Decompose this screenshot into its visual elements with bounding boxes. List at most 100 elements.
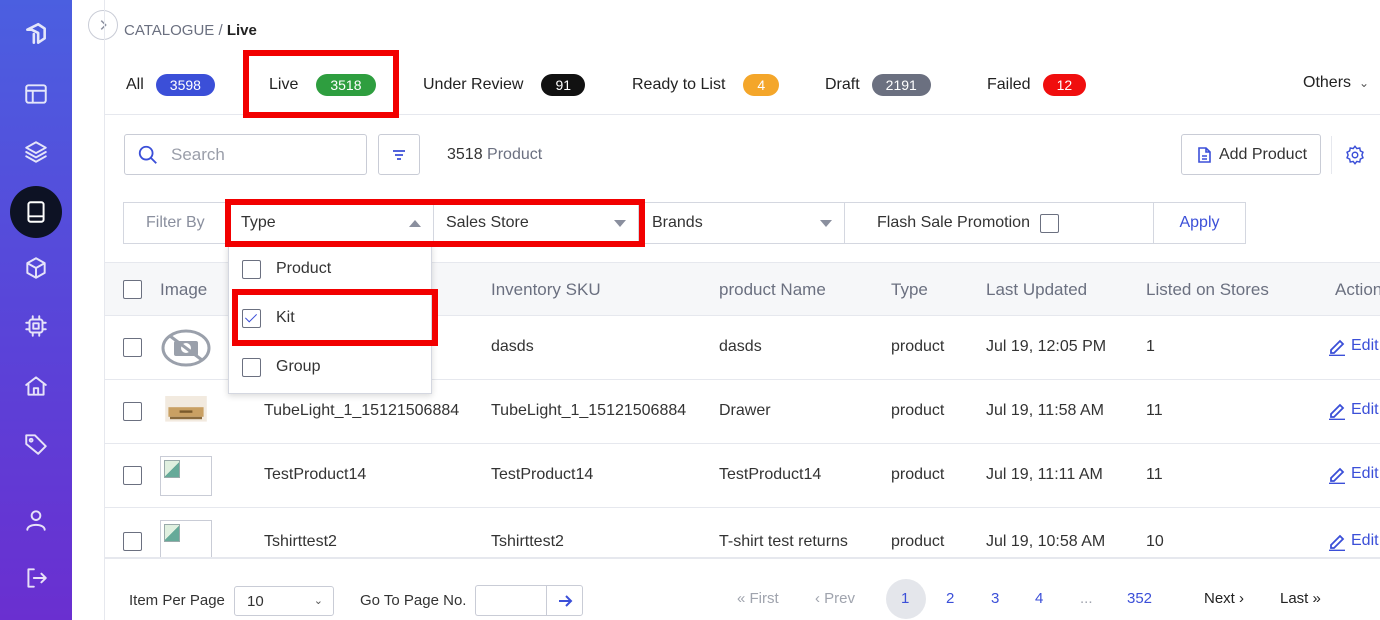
layers-icon[interactable]: [14, 130, 58, 174]
goto-page-input[interactable]: [475, 585, 547, 616]
chip-icon[interactable]: [14, 304, 58, 348]
user-icon[interactable]: [14, 498, 58, 542]
table-row[interactable]: Tshirttest2 Tshirttest2 T-shirt test ret…: [105, 508, 1380, 558]
brands-filter-select[interactable]: Brands: [639, 202, 845, 244]
tab-ready-to-list[interactable]: Ready to List 4: [632, 70, 780, 100]
settings-button[interactable]: [1340, 140, 1370, 170]
edit-link[interactable]: Edit: [1327, 464, 1379, 484]
catalogue-icon[interactable]: [10, 186, 62, 238]
per-page-select[interactable]: 10 ⌄: [234, 586, 334, 616]
tab-live[interactable]: Live 3518: [269, 70, 376, 100]
flash-sale-checkbox[interactable]: [1039, 213, 1059, 233]
prev-label: Prev: [824, 590, 856, 607]
type-filter-select[interactable]: Type: [228, 202, 434, 244]
row-checkbox[interactable]: [123, 402, 142, 421]
tag-icon[interactable]: [14, 422, 58, 466]
col-type[interactable]: Type: [891, 280, 928, 300]
row-sku: TubeLight_1_15121506884: [491, 402, 687, 419]
goto-page-button[interactable]: [546, 585, 583, 616]
row-last-updated: Jul 19, 12:05 PM: [986, 338, 1107, 355]
document-icon: [1198, 146, 1211, 163]
chevron-right-icon: [100, 20, 107, 30]
tab-count-badge: 12: [1042, 74, 1087, 96]
col-image[interactable]: Image: [160, 280, 207, 300]
row-product-name: TestProduct14: [719, 466, 822, 483]
row-product-name: Drawer: [719, 402, 771, 419]
type-option-group[interactable]: Group: [229, 343, 433, 391]
row-type: product: [891, 338, 945, 355]
row-type: product: [891, 402, 945, 419]
filter-lines-icon: [393, 149, 405, 160]
double-chevron-left-icon: «: [737, 590, 746, 607]
tabs-divider: [105, 114, 1380, 115]
breadcrumb-root[interactable]: CATALOGUE: [124, 22, 214, 39]
tab-label: Failed: [987, 76, 1031, 93]
double-chevron-right-icon: »: [1312, 590, 1321, 607]
row-last-updated: Jul 19, 11:11 AM: [986, 466, 1103, 483]
edit-label: Edit: [1351, 337, 1379, 354]
row-type: product: [891, 533, 945, 550]
page-1-button[interactable]: 1: [901, 590, 909, 607]
broken-image-icon: [160, 456, 212, 496]
col-last-updated[interactable]: Last Updated: [986, 280, 1087, 300]
next-page-button[interactable]: Next ›: [1204, 590, 1244, 607]
tab-others-dropdown[interactable]: Others ⌄: [1303, 74, 1369, 92]
box-icon[interactable]: [14, 246, 58, 290]
per-page-label: Item Per Page: [129, 592, 225, 609]
option-checkbox-checked[interactable]: [242, 308, 261, 328]
tab-failed[interactable]: Failed 12: [987, 70, 1087, 100]
logout-icon[interactable]: [14, 556, 58, 600]
filter-toggle-button[interactable]: [378, 134, 420, 175]
sales-store-filter-select[interactable]: Sales Store: [433, 202, 639, 244]
select-all-checkbox[interactable]: [123, 280, 142, 299]
row-checkbox[interactable]: [123, 532, 142, 551]
row-last-updated: Jul 19, 10:58 AM: [986, 533, 1106, 550]
type-option-product[interactable]: Product: [229, 245, 433, 293]
col-listed-on-stores[interactable]: Listed on Stores: [1146, 280, 1269, 300]
apply-filters-button[interactable]: Apply: [1153, 202, 1246, 244]
page-2-button[interactable]: 2: [946, 590, 954, 607]
option-label: Product: [276, 260, 332, 277]
product-count-value: 3518: [447, 146, 483, 163]
tab-draft[interactable]: Draft 2191: [825, 70, 931, 100]
goto-page-label: Go To Page No.: [360, 592, 467, 609]
pencil-icon: [1329, 339, 1345, 356]
first-label: First: [749, 590, 779, 607]
row-checkbox[interactable]: [123, 338, 142, 357]
option-checkbox[interactable]: [242, 357, 261, 377]
broken-image-icon: [160, 520, 212, 557]
dashboard-icon[interactable]: [14, 72, 58, 116]
col-product-name[interactable]: product Name: [719, 280, 826, 300]
edit-label: Edit: [1351, 401, 1379, 418]
row-checkbox[interactable]: [123, 466, 142, 485]
sidebar-toggle-button[interactable]: [88, 10, 118, 40]
flash-sale-label: Flash Sale Promotion: [877, 214, 1030, 231]
row-sku: TestProduct14: [491, 466, 594, 483]
row-sku: Tshirttest2: [491, 533, 564, 550]
col-inventory-sku[interactable]: Inventory SKU: [491, 280, 601, 300]
tab-all[interactable]: All 3598: [126, 70, 215, 100]
page-3-button[interactable]: 3: [991, 590, 999, 607]
edit-link[interactable]: Edit: [1327, 531, 1379, 551]
chevron-right-icon: ›: [1239, 590, 1245, 607]
last-page-button[interactable]: Last »: [1280, 590, 1321, 607]
no-image-icon: [161, 329, 211, 367]
first-page-button[interactable]: « First: [737, 590, 779, 607]
caret-down-icon: [614, 220, 626, 227]
add-product-button[interactable]: Add Product: [1181, 134, 1321, 175]
type-option-kit[interactable]: Kit: [229, 294, 433, 342]
edit-link[interactable]: Edit: [1327, 336, 1379, 356]
tab-label: All: [126, 76, 144, 93]
edit-link[interactable]: Edit: [1327, 400, 1379, 420]
home-icon[interactable]: [14, 364, 58, 408]
logo-icon[interactable]: [14, 12, 58, 56]
option-checkbox[interactable]: [242, 259, 261, 279]
caret-down-icon: [820, 220, 832, 227]
prev-page-button[interactable]: ‹ Prev: [815, 590, 855, 607]
search-input[interactable]: [171, 144, 351, 165]
table-row[interactable]: TestProduct14 TestProduct14 TestProduct1…: [105, 444, 1380, 508]
arrow-right-icon: [558, 594, 572, 607]
page-4-button[interactable]: 4: [1035, 590, 1043, 607]
tab-under-review[interactable]: Under Review 91: [423, 70, 586, 100]
last-page-number-button[interactable]: 352: [1127, 590, 1152, 607]
